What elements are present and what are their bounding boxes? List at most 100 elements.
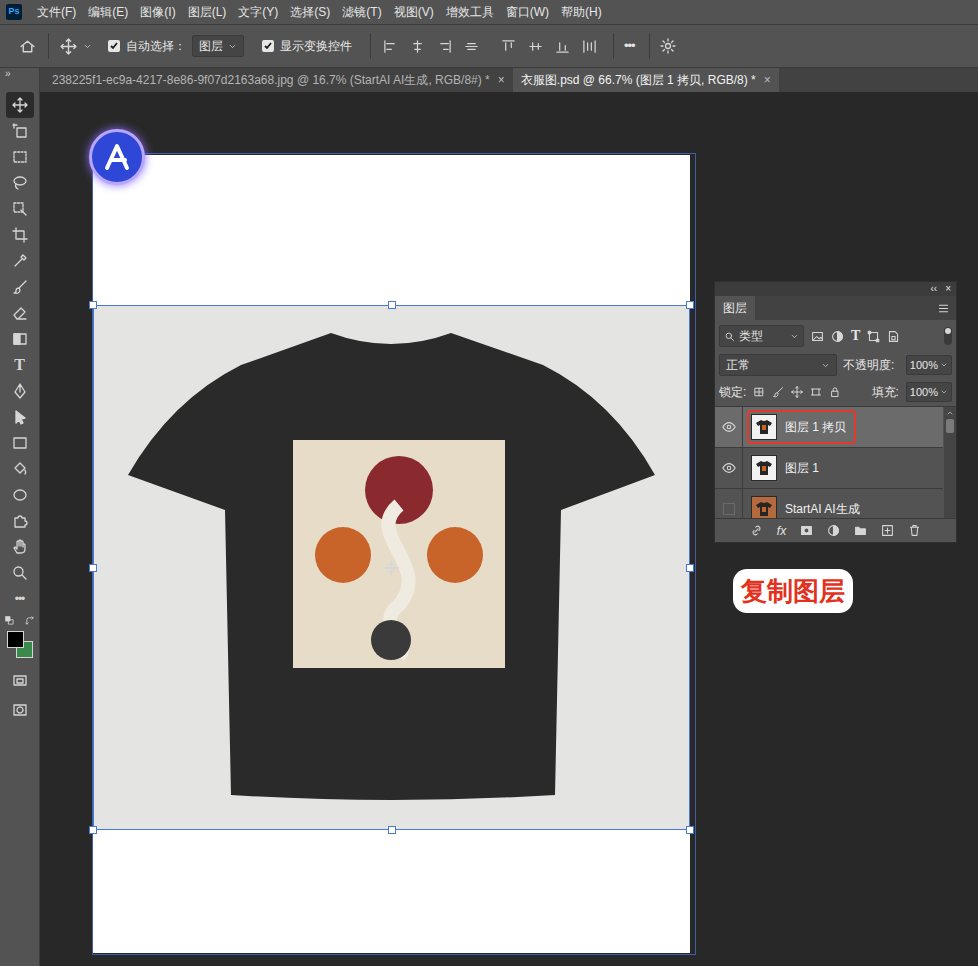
layers-scrollbar[interactable] [944,407,956,518]
menu-item[interactable]: 文件(F) [36,3,77,21]
swap-colors-icon[interactable] [25,616,35,626]
tool-button[interactable] [6,300,34,326]
trash-icon[interactable] [908,524,921,537]
close-panel-button[interactable]: × [945,284,951,294]
checkbox[interactable] [108,40,120,52]
tshirt-photo[interactable] [93,305,690,830]
menu-item[interactable]: 帮助(H) [560,3,603,21]
layer-row[interactable]: StartAI AI生成 [715,489,943,518]
layer-row[interactable]: 图层 1 拷贝 [715,407,943,448]
menu-item[interactable]: 图像(I) [139,3,176,21]
layer-name[interactable]: 图层 1 [785,459,819,477]
lock-position-icon[interactable] [791,386,803,398]
tool-button[interactable] [6,482,34,508]
screen-mode-icon[interactable] [12,673,28,689]
quick-mask-icon[interactable] [12,702,28,718]
tool-button[interactable] [6,456,34,482]
tool-button[interactable] [6,378,34,404]
default-colors-icon[interactable] [5,616,15,626]
move-tool-icon[interactable] [60,38,77,55]
transform-handle[interactable] [686,564,694,572]
group-folder-icon[interactable] [854,524,867,537]
lock-transparency-icon[interactable] [753,386,765,398]
align-icon[interactable] [464,39,479,54]
tool-button[interactable] [6,170,34,196]
mask-icon[interactable] [800,524,813,537]
filter-dropdown[interactable]: 类型 [719,325,804,347]
align-icon[interactable] [555,39,570,54]
checkbox[interactable] [262,40,274,52]
tool-button[interactable] [6,222,34,248]
startai-logo-icon[interactable] [89,129,145,185]
tool-button[interactable] [6,404,34,430]
collapse-button[interactable]: » [5,68,11,80]
align-icon[interactable] [383,39,398,54]
lock-all-icon[interactable] [829,386,841,398]
tool-button[interactable] [6,196,34,222]
visibility-toggle[interactable] [715,489,743,518]
gear-icon[interactable] [660,38,676,54]
align-icon[interactable] [582,39,597,54]
reference-point-icon[interactable] [383,560,399,576]
type-filter-button[interactable]: T [851,329,860,343]
tool-button[interactable] [6,144,34,170]
align-icon[interactable] [410,39,425,54]
lock-artboard-icon[interactable] [810,386,822,398]
menu-item[interactable]: 选择(S) [289,3,331,21]
document-tab[interactable]: 238225f1-ec9a-4217-8e86-9f07d2163a68.jpg… [44,68,513,92]
scrollbar-thumb[interactable] [946,419,954,433]
tool-button[interactable] [6,326,34,352]
tool-button[interactable] [6,430,34,456]
smart-object-filter-icon[interactable] [887,330,900,343]
layer-row[interactable]: 图层 1 [715,448,943,489]
tool-button[interactable]: T [6,352,34,378]
align-icon[interactable] [437,39,452,54]
transform-handle[interactable] [686,301,694,309]
menu-item[interactable]: 增效工具 [445,3,495,21]
document-tab[interactable]: 衣服图.psd @ 66.7% (图层 1 拷贝, RGB/8) *× [513,68,779,92]
tool-button[interactable] [6,560,34,586]
align-icon[interactable] [501,39,516,54]
tab-close-button[interactable]: × [498,71,505,89]
shape-filter-icon[interactable] [867,330,880,343]
layers-tab[interactable]: 图层 [715,296,755,320]
menu-item[interactable]: 视图(V) [393,3,435,21]
menu-item[interactable]: 文字(Y) [237,3,279,21]
visibility-toggle[interactable] [715,407,743,447]
lock-pixels-icon[interactable] [772,386,784,398]
transform-handle[interactable] [89,301,97,309]
tool-button[interactable] [6,274,34,300]
menu-item[interactable]: 滤镜(T) [341,3,382,21]
transform-handle[interactable] [388,826,396,834]
visibility-toggle[interactable] [715,448,743,488]
more-options[interactable]: ••• [624,36,635,56]
transform-handle[interactable] [686,826,694,834]
fill-field[interactable]: 100% [906,382,952,402]
home-icon[interactable] [19,38,36,55]
menu-item[interactable]: 图层(L) [187,3,228,21]
transform-handle[interactable] [89,564,97,572]
scroll-up-icon[interactable] [946,409,954,417]
link-icon[interactable] [750,524,763,537]
tool-button[interactable] [6,92,34,118]
collapse-panel-button[interactable]: ‹‹ [930,284,937,294]
tool-button[interactable] [6,508,34,534]
transform-handle[interactable] [388,301,396,309]
pixel-filter-icon[interactable] [811,330,824,343]
adjustment-filter-icon[interactable] [831,330,844,343]
panel-menu-icon[interactable] [937,302,950,315]
layer-name[interactable]: StartAI AI生成 [785,500,860,518]
layer-name[interactable]: 图层 1 拷贝 [785,418,846,436]
tool-button[interactable] [6,248,34,274]
menu-item[interactable]: 窗口(W) [505,3,550,21]
opacity-field[interactable]: 100% [906,355,952,375]
adjustment-layer-icon[interactable] [827,524,840,537]
tab-close-button[interactable]: × [764,71,771,89]
menu-item[interactable]: 编辑(E) [87,3,129,21]
tool-button[interactable] [6,534,34,560]
transform-handle[interactable] [89,826,97,834]
foreground-color-swatch[interactable] [7,631,24,648]
auto-select-dropdown[interactable]: 图层 [192,35,244,57]
blend-mode-dropdown[interactable]: 正常 [719,354,837,376]
filter-toggle[interactable] [944,327,952,345]
